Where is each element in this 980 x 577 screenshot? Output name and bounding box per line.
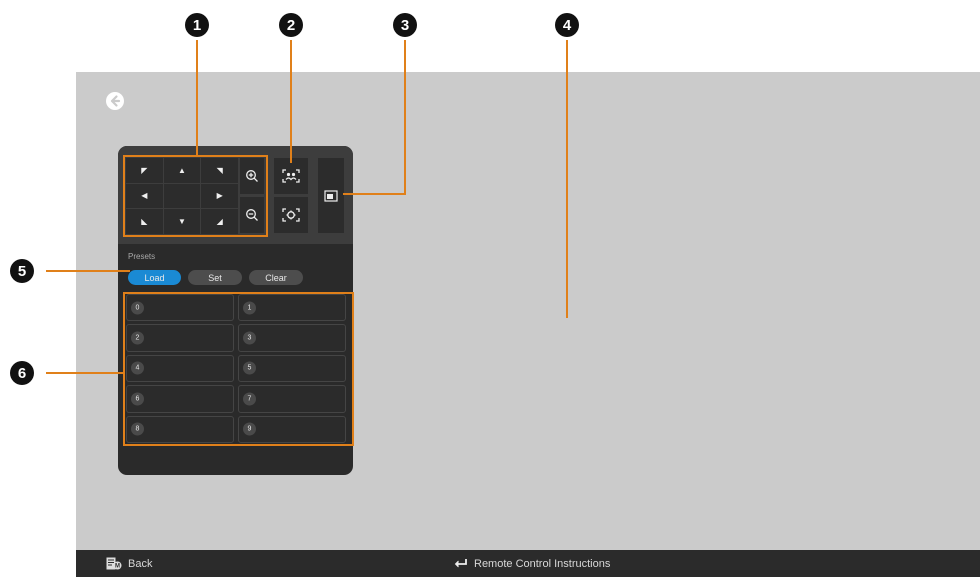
footer-remote-instructions[interactable]: Remote Control Instructions [454, 550, 610, 577]
callout-badge-4: 4 [555, 13, 579, 37]
tracking-button[interactable] [274, 197, 308, 233]
auto-frame-icon [282, 169, 300, 183]
callout-box-presets [123, 292, 354, 446]
callout-line-1 [196, 40, 198, 155]
presets-label: Presets [128, 252, 156, 261]
load-button[interactable]: Load [128, 270, 181, 285]
callout-line-2 [290, 40, 292, 163]
callout-line-3-horizontal [343, 193, 406, 195]
callout-badge-6: 6 [10, 361, 34, 385]
footer-remote-label: Remote Control Instructions [474, 557, 611, 570]
auto-frame-button[interactable] [274, 158, 308, 194]
callout-line-5 [46, 270, 130, 272]
callout-badge-2: 2 [279, 13, 303, 37]
callout-box-ptz [123, 155, 268, 237]
callout-line-4 [566, 40, 568, 318]
back-arrow-icon[interactable] [106, 92, 124, 110]
footer-bar: M Back Remote Control Instructions [76, 550, 980, 577]
enter-key-icon [454, 559, 467, 568]
svg-text:M: M [115, 564, 120, 570]
clear-button[interactable]: Clear [249, 270, 303, 285]
callout-badge-5: 5 [10, 259, 34, 283]
picture-in-picture-icon [324, 189, 338, 202]
callout-badge-3: 3 [393, 13, 417, 37]
callout-badge-1: 1 [185, 13, 209, 37]
footer-back[interactable]: M Back [106, 550, 152, 577]
set-button[interactable]: Set [188, 270, 242, 285]
callout-line-3-vertical [404, 40, 406, 195]
picture-in-picture-button[interactable] [318, 158, 344, 233]
callout-line-6 [46, 372, 124, 374]
menu-key-icon: M [106, 557, 122, 570]
footer-back-label: Back [128, 557, 153, 570]
tracking-icon [282, 208, 300, 222]
